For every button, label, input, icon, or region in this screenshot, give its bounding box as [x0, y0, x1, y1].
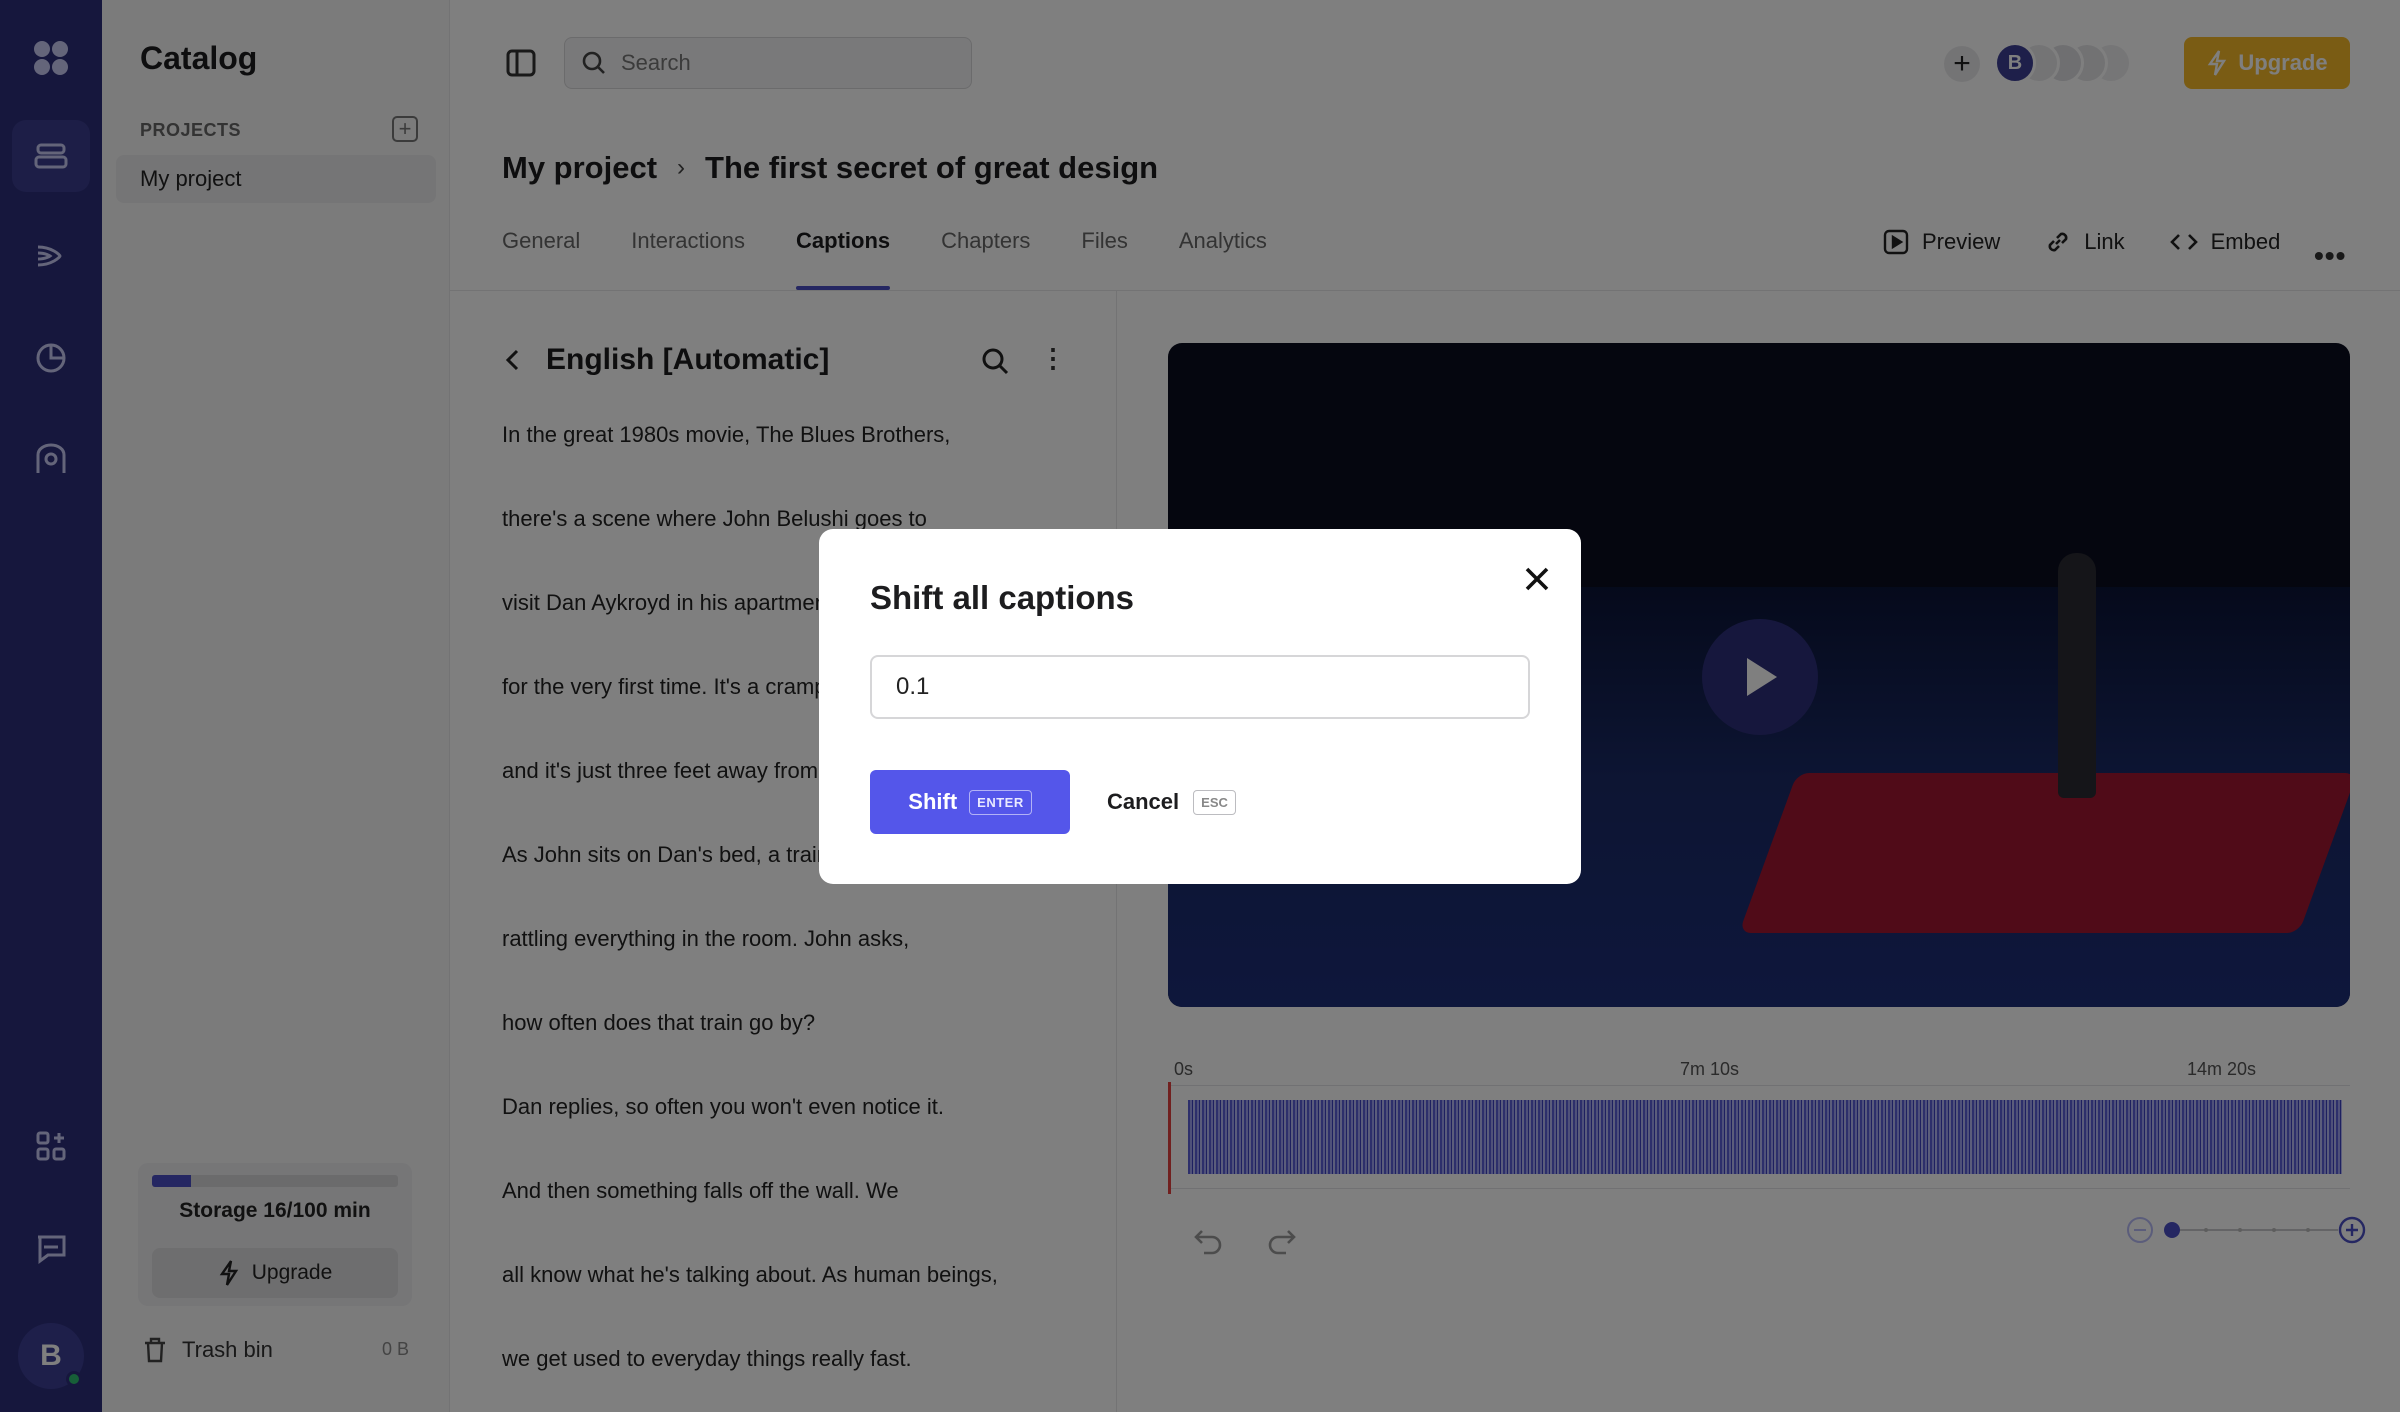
enter-key-hint: ENTER: [969, 789, 1032, 815]
shift-captions-dialog: Shift all captions Shift ENTER Cancel ES…: [819, 529, 1581, 884]
cancel-button-label: Cancel: [1107, 789, 1180, 814]
cancel-button[interactable]: Cancel ESC: [1107, 770, 1236, 834]
dialog-title: Shift all captions: [870, 579, 1135, 616]
close-icon[interactable]: [1513, 555, 1561, 603]
shift-button-label: Shift: [908, 789, 958, 814]
shift-button[interactable]: Shift ENTER: [870, 770, 1070, 834]
shift-amount-input[interactable]: [870, 655, 1530, 719]
esc-key-hint: ESC: [1193, 789, 1236, 815]
